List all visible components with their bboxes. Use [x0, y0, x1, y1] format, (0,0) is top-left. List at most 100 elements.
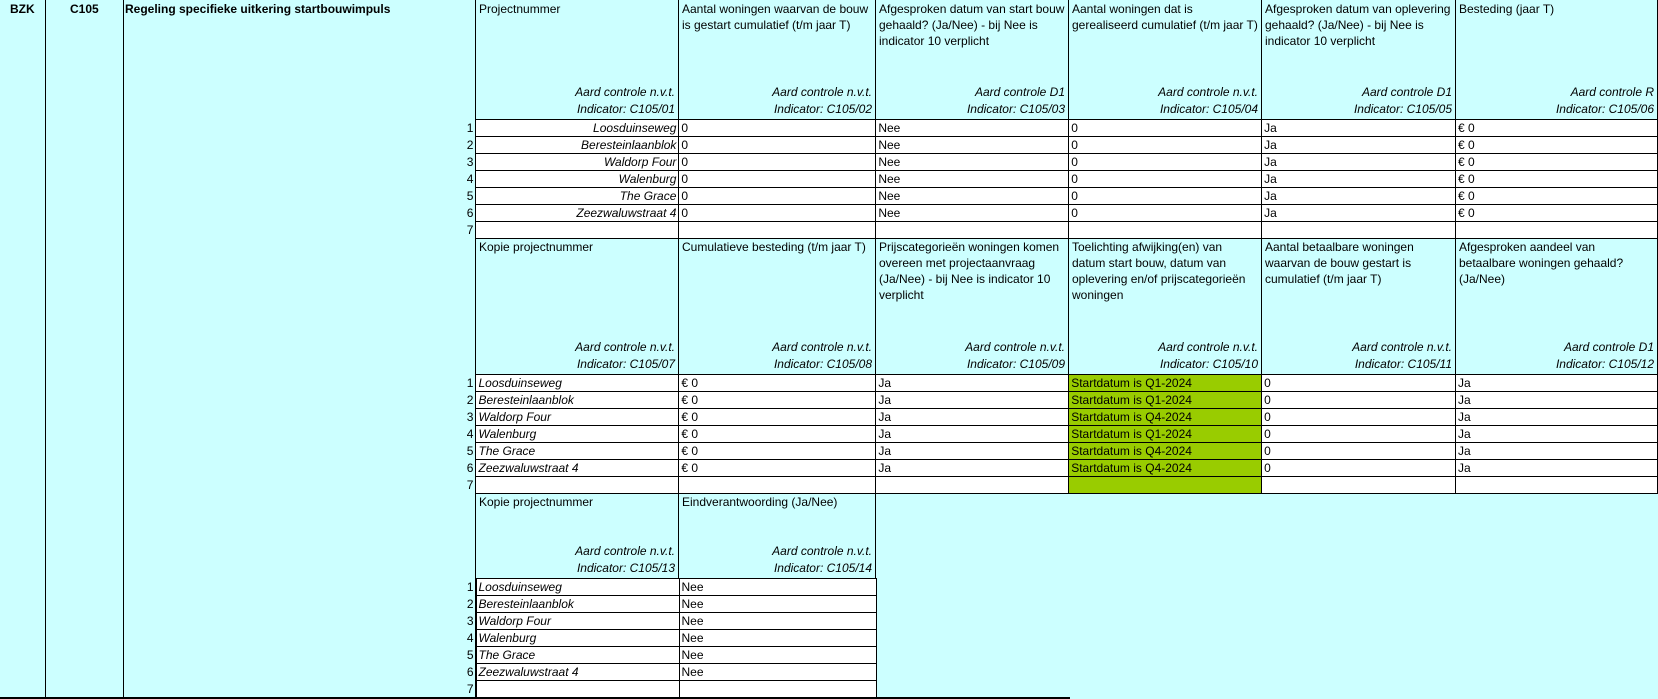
project-name-cell[interactable]: Zeezwaluwstraat 4: [475, 459, 680, 477]
project-name-cell[interactable]: Walenburg: [475, 629, 680, 647]
table-cell[interactable]: Ja: [1455, 425, 1658, 443]
table-cell[interactable]: Ja: [875, 408, 1070, 426]
project-name-cell[interactable]: The Grace: [475, 187, 680, 205]
project-name-cell[interactable]: Beresteinlaanblok: [475, 136, 680, 154]
table-cell[interactable]: Nee: [875, 119, 1070, 137]
table-cell[interactable]: Ja: [1261, 153, 1457, 171]
table-cell[interactable]: € 0: [678, 442, 877, 460]
table-cell[interactable]: [1261, 221, 1457, 239]
table-cell[interactable]: Ja: [875, 391, 1070, 409]
table-cell[interactable]: € 0: [1455, 204, 1658, 222]
table-cell[interactable]: 0: [678, 204, 877, 222]
table-cell[interactable]: [678, 221, 877, 239]
project-name-cell[interactable]: The Grace: [475, 442, 680, 460]
table-cell[interactable]: Nee: [875, 187, 1070, 205]
project-name-cell[interactable]: Beresteinlaanblok: [475, 391, 680, 409]
table-cell[interactable]: € 0: [1455, 187, 1658, 205]
table-cell[interactable]: [1455, 221, 1658, 239]
table-cell[interactable]: 0: [1068, 187, 1263, 205]
table-cell[interactable]: 0: [1068, 136, 1263, 154]
table-cell[interactable]: € 0: [1455, 153, 1658, 171]
project-name-cell[interactable]: Loosduinseweg: [475, 374, 680, 392]
table-cell[interactable]: Ja: [1261, 187, 1457, 205]
table-cell[interactable]: Ja: [875, 374, 1070, 392]
table-cell[interactable]: 0: [1068, 153, 1263, 171]
project-name-cell[interactable]: [475, 680, 680, 698]
table-cell[interactable]: Nee: [678, 612, 877, 630]
table-cell[interactable]: Nee: [678, 646, 877, 664]
table-cell[interactable]: € 0: [678, 391, 877, 409]
indicator-code: Indicator: C105/03: [966, 102, 1065, 116]
table-cell[interactable]: Nee: [678, 629, 877, 647]
table-cell[interactable]: 0: [678, 187, 877, 205]
table-cell[interactable]: [1261, 476, 1457, 494]
project-name-cell[interactable]: Zeezwaluwstraat 4: [475, 204, 680, 222]
table-cell[interactable]: 0: [1068, 204, 1263, 222]
table-cell[interactable]: [678, 476, 877, 494]
table-cell[interactable]: 0: [1261, 425, 1457, 443]
table-cell[interactable]: 0: [678, 153, 877, 171]
project-name-cell[interactable]: The Grace: [475, 646, 680, 664]
table-cell[interactable]: 0: [678, 170, 877, 188]
project-name-cell[interactable]: Loosduinseweg: [475, 119, 680, 137]
table-cell[interactable]: Ja: [1261, 136, 1457, 154]
table-cell[interactable]: Ja: [1455, 408, 1658, 426]
table-cell[interactable]: € 0: [678, 374, 877, 392]
table-cell[interactable]: Ja: [1261, 204, 1457, 222]
project-name-cell[interactable]: Loosduinseweg: [475, 578, 680, 596]
project-name-cell[interactable]: Zeezwaluwstraat 4: [475, 663, 680, 681]
table-cell[interactable]: [1455, 476, 1658, 494]
table-cell[interactable]: Startdatum is Q4-2024: [1068, 408, 1263, 426]
table-cell[interactable]: € 0: [678, 459, 877, 477]
table-cell[interactable]: Ja: [1261, 119, 1457, 137]
table-cell[interactable]: Startdatum is Q1-2024: [1068, 374, 1263, 392]
table-cell[interactable]: Ja: [1455, 391, 1658, 409]
table-cell[interactable]: Startdatum is Q1-2024: [1068, 425, 1263, 443]
table-cell[interactable]: € 0: [1455, 119, 1658, 137]
table-cell[interactable]: Nee: [678, 595, 877, 613]
project-name-cell[interactable]: Waldorp Four: [475, 612, 680, 630]
table-cell[interactable]: 0: [1261, 374, 1457, 392]
project-name-cell[interactable]: Waldorp Four: [475, 408, 680, 426]
table-cell[interactable]: 0: [678, 119, 877, 137]
table-cell[interactable]: Nee: [875, 136, 1070, 154]
project-name-cell[interactable]: Beresteinlaanblok: [475, 595, 680, 613]
table-cell[interactable]: 0: [1261, 459, 1457, 477]
table-cell[interactable]: Startdatum is Q4-2024: [1068, 442, 1263, 460]
table-cell[interactable]: 0: [1261, 442, 1457, 460]
table-cell[interactable]: Ja: [875, 459, 1070, 477]
table-cell[interactable]: € 0: [1455, 136, 1658, 154]
table-cell[interactable]: Nee: [875, 153, 1070, 171]
table-cell[interactable]: Nee: [678, 663, 877, 681]
column-header-control: Aard controle n.v.t. Indicator: C105/02: [772, 84, 872, 118]
table-cell[interactable]: [875, 476, 1070, 494]
table-cell[interactable]: Ja: [1455, 442, 1658, 460]
table-cell[interactable]: 0: [678, 136, 877, 154]
table-cell[interactable]: 0: [1068, 170, 1263, 188]
table-cell[interactable]: € 0: [678, 425, 877, 443]
table-cell[interactable]: [1068, 221, 1263, 239]
table-cell[interactable]: 0: [1261, 391, 1457, 409]
project-name-cell[interactable]: Walenburg: [475, 425, 680, 443]
table-cell[interactable]: Ja: [875, 442, 1070, 460]
table-cell[interactable]: [1068, 476, 1263, 494]
table-cell[interactable]: 0: [1068, 119, 1263, 137]
table-cell[interactable]: Startdatum is Q4-2024: [1068, 459, 1263, 477]
table-cell[interactable]: € 0: [678, 408, 877, 426]
table-cell[interactable]: Nee: [875, 204, 1070, 222]
project-name-cell[interactable]: [475, 221, 680, 239]
table-cell[interactable]: Nee: [875, 170, 1070, 188]
table-cell[interactable]: Ja: [1455, 374, 1658, 392]
table-cell[interactable]: € 0: [1455, 170, 1658, 188]
table-cell[interactable]: [875, 221, 1070, 239]
project-name-cell[interactable]: Waldorp Four: [475, 153, 680, 171]
table-cell[interactable]: [678, 680, 877, 698]
table-cell[interactable]: Ja: [875, 425, 1070, 443]
table-cell[interactable]: 0: [1261, 408, 1457, 426]
project-name-cell[interactable]: Walenburg: [475, 170, 680, 188]
project-name-cell[interactable]: [475, 476, 680, 494]
table-cell[interactable]: Startdatum is Q1-2024: [1068, 391, 1263, 409]
table-cell[interactable]: Nee: [678, 578, 877, 596]
table-cell[interactable]: Ja: [1261, 170, 1457, 188]
table-cell[interactable]: Ja: [1455, 459, 1658, 477]
